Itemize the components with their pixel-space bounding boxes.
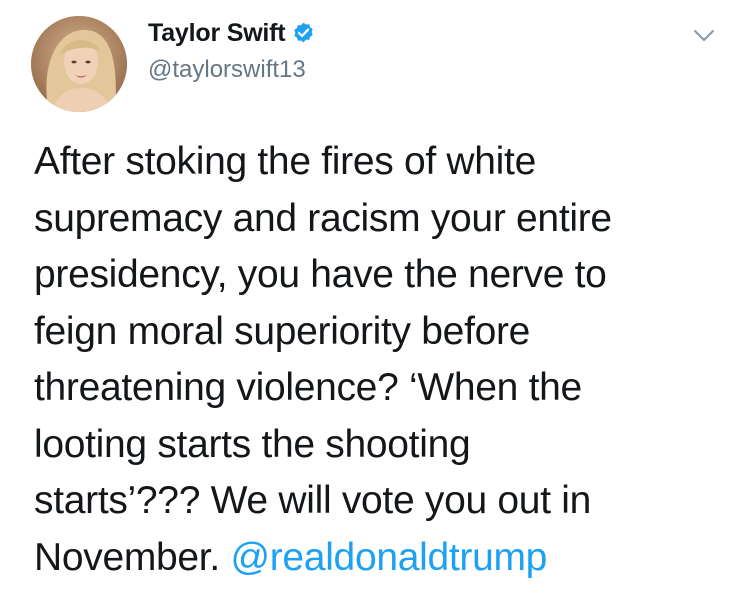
tweet-line: looting starts the shooting <box>34 422 471 466</box>
chevron-down-icon[interactable] <box>691 22 717 48</box>
tweet-line: threatening violence? ‘When the <box>34 366 582 409</box>
tweet-line: presidency, you have the nerve to <box>34 253 607 296</box>
verified-badge-icon <box>291 21 316 46</box>
tweet-line: After stoking the fires of white <box>34 140 536 183</box>
tweet-line: starts’??? We will vote you out in <box>34 479 592 522</box>
author-name-row: Taylor Swift <box>148 18 316 48</box>
tweet-card: Taylor Swift @taylorswift13 After stokin… <box>0 0 743 599</box>
tweet-line: November. <box>34 535 220 579</box>
avatar-image <box>31 16 127 112</box>
author-handle[interactable]: @taylorswift13 <box>148 56 306 84</box>
mention-link[interactable]: @realdonaldtrump <box>230 536 547 579</box>
tweet-line: feign moral superiority before <box>34 309 531 353</box>
tweet-text: After stoking the fires of white suprema… <box>34 134 724 586</box>
avatar[interactable] <box>31 16 127 112</box>
display-name[interactable]: Taylor Swift <box>148 19 286 48</box>
tweet-line: supremacy and racism your entire <box>34 196 612 240</box>
